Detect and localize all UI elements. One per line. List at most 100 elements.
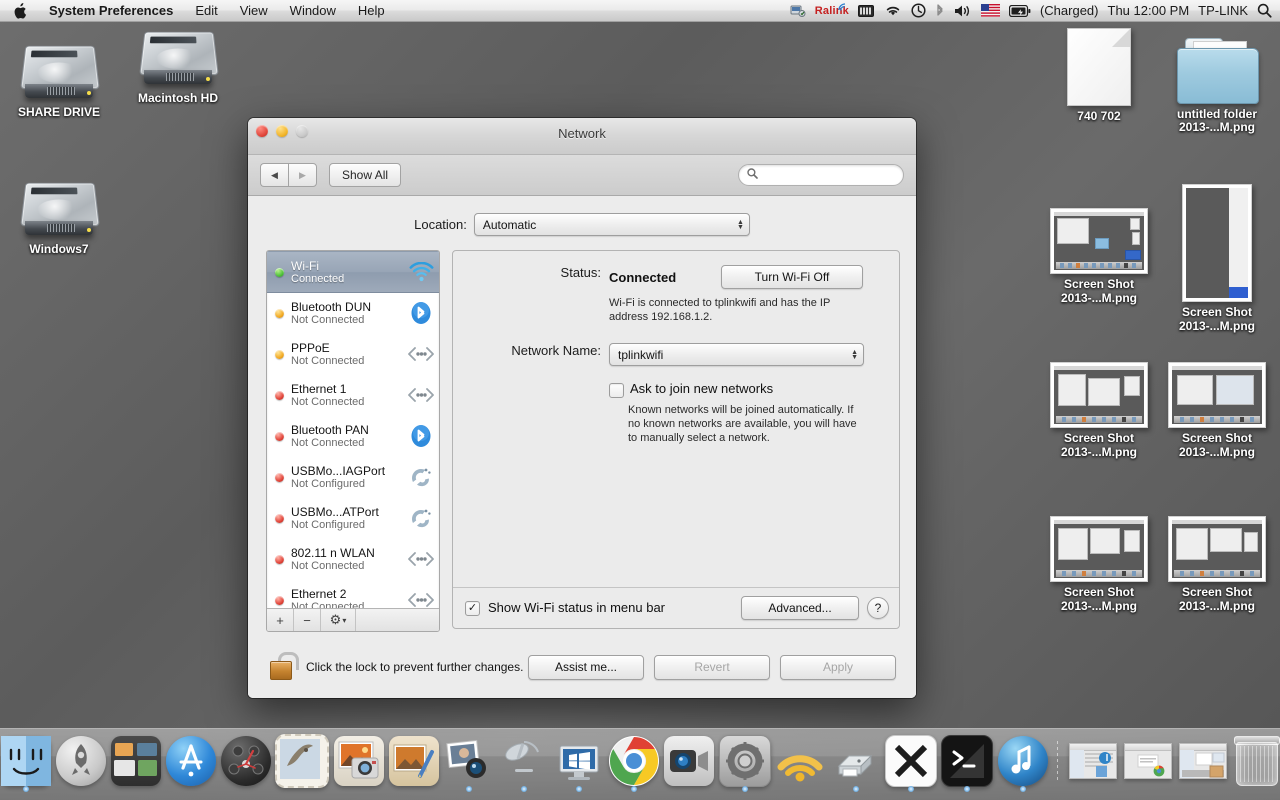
back-button[interactable]: ◀ (260, 163, 288, 187)
dock-item-terminal[interactable] (941, 734, 994, 792)
dock-item-chrome[interactable] (609, 734, 660, 792)
dock-item-itunes[interactable] (997, 734, 1048, 792)
dock-item-printer[interactable] (830, 734, 881, 792)
dock-item-system-preferences[interactable] (718, 734, 771, 792)
dock-item-iphoto[interactable] (333, 734, 384, 788)
dock[interactable] (0, 728, 1280, 800)
ask-to-join-checkbox[interactable] (609, 383, 624, 398)
show-all-button[interactable]: Show All (329, 163, 402, 187)
network-name-popup[interactable]: tplinkwifi ▲ ▼ (609, 343, 864, 366)
apply-button[interactable]: Apply (780, 654, 896, 680)
menu-help[interactable]: Help (347, 1, 396, 21)
dock-item-mail[interactable] (275, 734, 330, 788)
bluetooth-icon[interactable] (935, 1, 945, 21)
ralink-utility-icon[interactable] (790, 1, 806, 21)
dock-item-airport-utility[interactable] (775, 734, 826, 788)
desktop-icon-untitled-folder[interactable]: untitled folder 2013-...M.png (1158, 30, 1276, 134)
ethernet-icon (408, 382, 434, 408)
dock-item-trash[interactable] (1233, 734, 1280, 788)
dock-minimized-screenshot-window[interactable] (1178, 734, 1229, 788)
menu-view[interactable]: View (229, 1, 279, 21)
desktop-icon-windows7[interactable]: Windows7 (0, 165, 118, 256)
chevron-updown-icon: ▲ ▼ (736, 218, 744, 231)
dock-minimized-document-window[interactable] (1123, 734, 1174, 788)
show-wifi-status-checkbox[interactable]: ✓ (465, 601, 480, 616)
dock-item-facetime[interactable] (664, 734, 715, 788)
desktop-icon-screenshot-4[interactable]: Screen Shot 2013-...M.png (1158, 354, 1276, 459)
services-action-gear-button[interactable]: ⚙ ▾ (321, 609, 356, 631)
menu-bar[interactable]: System Preferences Edit View Window Help… (0, 0, 1280, 22)
spotlight-search-icon[interactable] (1257, 1, 1272, 21)
service-row-ethernet-1[interactable]: Ethernet 1 Not Connected (267, 375, 439, 416)
running-indicator (22, 786, 29, 792)
desktop-icon-screenshot-6[interactable]: Screen Shot 2013-...M.png (1158, 508, 1276, 613)
service-row-ethernet-2[interactable]: Ethernet 2 Not Connected (267, 580, 439, 608)
battery-icon[interactable] (1008, 1, 1031, 21)
service-row-pppoe[interactable]: PPPoE Not Connected (267, 334, 439, 375)
dock-item-remote-desktop[interactable] (499, 734, 550, 792)
lock-icon[interactable] (270, 652, 299, 682)
menu-window[interactable]: Window (279, 1, 347, 21)
location-popup[interactable]: Automatic ▲ ▼ (473, 213, 750, 236)
network-preferences-window[interactable]: Network ◀ ▶ Show All Location: Automatic… (248, 118, 916, 698)
screenshot-thumbnail-icon (1050, 508, 1148, 582)
advanced-button[interactable]: Advanced... (741, 596, 859, 620)
desktop[interactable]: SHARE DRIVE Macintosh HD Windows7 740 70… (0, 0, 1280, 800)
dock-item-photo-booth[interactable] (444, 734, 495, 792)
clock[interactable]: Thu 12:00 PM (1108, 3, 1190, 18)
desktop-icon-overlap-label: 2013-...M.png (1178, 120, 1255, 134)
dock-item-finder[interactable] (0, 734, 51, 792)
forward-button[interactable]: ▶ (288, 163, 317, 187)
ralink-label[interactable]: Ralink (815, 1, 849, 21)
battery-meter-icon[interactable] (857, 1, 875, 21)
volume-icon[interactable] (954, 1, 972, 21)
ask-to-join-row: Ask to join new networks Known networks … (453, 366, 899, 445)
apple-logo-icon[interactable] (8, 2, 38, 20)
dock-item-launchpad[interactable] (55, 734, 106, 788)
remove-service-button[interactable]: − (294, 609, 321, 631)
network-services-list[interactable]: Wi-Fi Connected Bluetooth DUN Not Connec… (266, 250, 440, 632)
desktop-icon-macintosh-hd[interactable]: Macintosh HD (119, 14, 237, 105)
desktop-icon-screenshot-5[interactable]: Screen Shot 2013-...M.png (1040, 508, 1158, 613)
dock-item-windows-remote[interactable] (554, 734, 605, 792)
turn-wifi-off-button[interactable]: Turn Wi-Fi Off (721, 265, 863, 289)
wifi-icon[interactable] (884, 1, 902, 21)
network-name-label[interactable]: TP-LINK (1198, 3, 1248, 18)
desktop-icon-screenshot-3[interactable]: Screen Shot 2013-...M.png (1040, 354, 1158, 459)
search-input[interactable] (763, 168, 895, 182)
status-dot-green (275, 267, 284, 277)
service-row-usbmodem-atport[interactable]: USBMo...ATPort Not Configured (267, 498, 439, 539)
desktop-icon-screenshot-1[interactable]: Screen Shot 2013-...M.png (1040, 200, 1158, 305)
status-dot-amber (275, 308, 284, 318)
us-flag-input-icon[interactable] (980, 1, 1000, 21)
assist-me-button[interactable]: Assist me... (528, 654, 644, 680)
dock-minimized-itunes-window[interactable] (1068, 734, 1119, 788)
desktop-icon-share-drive[interactable]: SHARE DRIVE (0, 28, 118, 119)
desktop-icon-screenshot-2[interactable]: Screen Shot 2013-...M.png (1158, 176, 1276, 333)
menu-edit[interactable]: Edit (184, 1, 228, 21)
dock-item-xquartz[interactable] (885, 734, 938, 792)
window-toolbar[interactable]: ◀ ▶ Show All (248, 155, 916, 196)
revert-button[interactable]: Revert (654, 654, 770, 680)
service-row-80211n-wlan[interactable]: 802.11 n WLAN Not Connected (267, 539, 439, 580)
ask-to-join-label: Ask to join new networks (630, 381, 774, 396)
timemachine-icon[interactable] (911, 1, 926, 21)
window-titlebar[interactable]: Network (248, 118, 916, 155)
help-button[interactable]: ? (867, 597, 889, 619)
dock-item-app-store[interactable] (165, 734, 216, 788)
network-services-scroll[interactable]: Wi-Fi Connected Bluetooth DUN Not Connec… (267, 251, 439, 608)
dock-item-dashboard[interactable] (220, 734, 271, 788)
dock-item-preview[interactable] (388, 734, 439, 788)
search-box[interactable] (738, 164, 904, 186)
service-row-usbmodem-iagport[interactable]: USBMo...IAGPort Not Configured (267, 457, 439, 498)
service-row-bluetooth-pan[interactable]: Bluetooth PAN Not Connected (267, 416, 439, 457)
service-row-bluetooth-dun[interactable]: Bluetooth DUN Not Connected (267, 293, 439, 334)
menu-system-preferences[interactable]: System Preferences (38, 1, 184, 21)
navigation-segmented-control[interactable]: ◀ ▶ (260, 163, 317, 187)
dock-item-mission-control[interactable] (110, 734, 161, 788)
desktop-icon-740-702[interactable]: 740 702 (1040, 28, 1158, 123)
services-list-footer[interactable]: + − ⚙ ▾ (267, 608, 439, 631)
add-service-button[interactable]: + (267, 609, 294, 631)
service-name: Ethernet 2 (291, 586, 347, 601)
service-row-wifi[interactable]: Wi-Fi Connected (267, 251, 439, 293)
